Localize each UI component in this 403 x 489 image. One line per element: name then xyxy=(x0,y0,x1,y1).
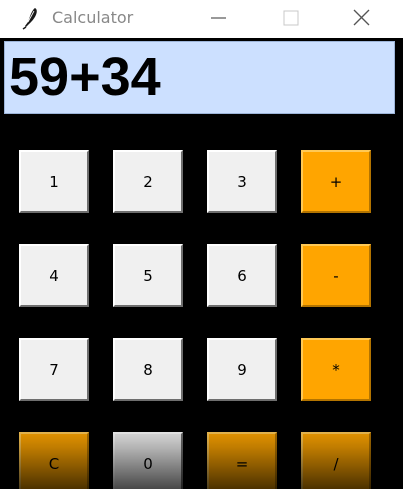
key-0[interactable]: 0 xyxy=(113,432,183,489)
minimize-icon xyxy=(211,17,226,19)
window-title: Calculator xyxy=(52,8,134,27)
key-subtract[interactable]: - xyxy=(301,244,371,307)
key-3[interactable]: 3 xyxy=(207,150,277,213)
key-6[interactable]: 6 xyxy=(207,244,277,307)
key-clear[interactable]: C xyxy=(19,432,89,489)
key-5[interactable]: 5 xyxy=(113,244,183,307)
calculator-display[interactable]: 59+34 xyxy=(4,41,395,114)
key-8[interactable]: 8 xyxy=(113,338,183,401)
key-2[interactable]: 2 xyxy=(113,150,183,213)
calculator-window: Calculator 59+34 1 2 3 + 4 5 6 - 7 8 9 * xyxy=(0,0,403,489)
feather-icon xyxy=(20,6,42,30)
maximize-icon xyxy=(283,10,299,26)
title-bar[interactable]: Calculator xyxy=(0,0,403,38)
minimize-button[interactable] xyxy=(194,0,242,36)
key-divide[interactable]: / xyxy=(301,432,371,489)
key-equals[interactable]: = xyxy=(207,432,277,489)
key-multiply[interactable]: * xyxy=(301,338,371,401)
key-7[interactable]: 7 xyxy=(19,338,89,401)
key-1[interactable]: 1 xyxy=(19,150,89,213)
key-9[interactable]: 9 xyxy=(207,338,277,401)
key-4[interactable]: 4 xyxy=(19,244,89,307)
key-add[interactable]: + xyxy=(301,150,371,213)
maximize-button[interactable] xyxy=(266,0,314,36)
close-button[interactable] xyxy=(338,0,386,36)
close-icon xyxy=(353,9,370,26)
display-value: 59+34 xyxy=(9,47,161,107)
